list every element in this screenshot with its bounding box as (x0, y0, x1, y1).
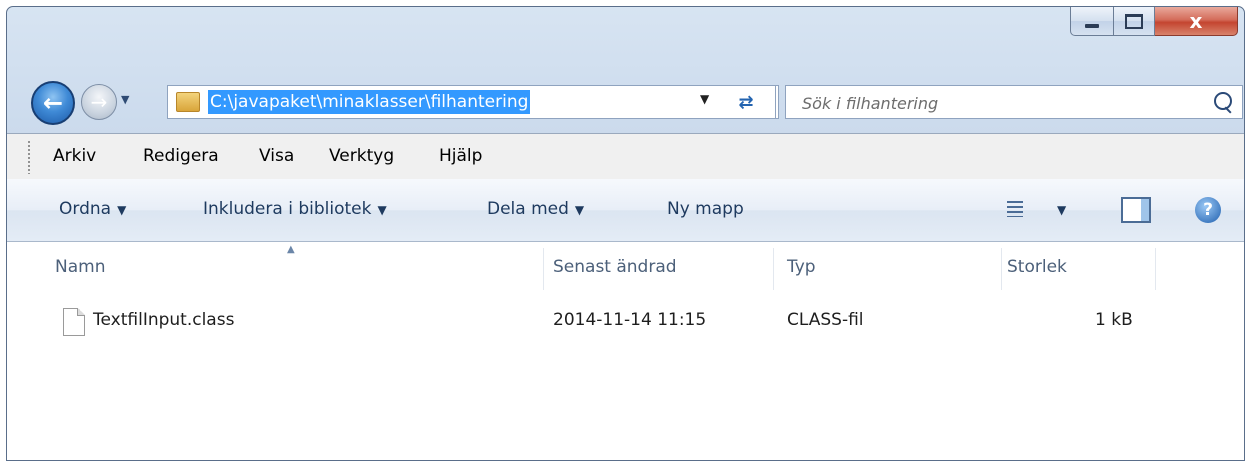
help-icon[interactable]: ? (1195, 197, 1221, 223)
back-button[interactable]: ← (31, 81, 75, 125)
search-input[interactable] (800, 90, 1184, 116)
column-header-name[interactable]: Namn (55, 242, 105, 292)
preview-pane-icon[interactable] (1121, 197, 1151, 223)
column-divider[interactable] (543, 248, 544, 290)
column-header-modified-label: Senast ändrad (553, 257, 677, 277)
column-header-size[interactable]: Storlek (1007, 242, 1067, 292)
menu-verktyg[interactable]: Verktyg (329, 146, 394, 166)
command-bar: Ordna ▼ Inkludera i bibliotek ▼ Dela med ▼ … (7, 179, 1244, 242)
ordna-button[interactable]: Ordna ▼ (59, 199, 126, 219)
menu-hjalp[interactable]: Hjälp (439, 146, 482, 166)
help-glyph: ? (1203, 200, 1213, 220)
file-type: CLASS-fil (787, 310, 864, 330)
include-in-library-label: Inkludera i bibliotek (203, 199, 372, 219)
menu-visa[interactable]: Visa (259, 146, 294, 166)
caption-buttons: x (1070, 7, 1238, 37)
column-header-modified[interactable]: Senast ändrad (553, 242, 677, 292)
file-icon (63, 308, 85, 336)
column-header-type[interactable]: Typ (787, 242, 816, 292)
new-folder-label: Ny mapp (667, 199, 744, 219)
search-box[interactable] (785, 85, 1243, 119)
column-divider[interactable] (1155, 248, 1156, 290)
chevron-down-icon: ▼ (574, 203, 585, 217)
column-header-size-label: Storlek (1007, 257, 1067, 277)
menu-grip (27, 140, 31, 174)
column-divider[interactable] (773, 248, 774, 290)
close-button[interactable]: x (1155, 7, 1238, 36)
file-modified: 2014-11-14 11:15 (553, 310, 707, 330)
sort-ascending-icon: ▲ (287, 244, 295, 255)
column-header-name-label: Namn (55, 257, 106, 277)
explorer-window: x ← → ▼ C:\javapaket\minaklasser\filhant… (6, 6, 1245, 461)
new-folder-button[interactable]: Ny mapp (667, 199, 744, 219)
minimize-button[interactable] (1070, 7, 1114, 36)
file-list: ▲ Namn Senast ändrad Typ Storlek Textfil… (7, 242, 1244, 460)
menu-redigera[interactable]: Redigera (143, 146, 219, 166)
menu-bar: Arkiv Redigera Visa Verktyg Hjälp (7, 133, 1244, 181)
minimize-icon (1085, 24, 1099, 28)
refresh-icon: ⇄ (738, 91, 754, 113)
folder-icon (176, 92, 200, 112)
menu-arkiv[interactable]: Arkiv (53, 146, 96, 166)
refresh-button[interactable]: ⇄ (717, 85, 776, 119)
share-with-button[interactable]: Dela med ▼ (487, 199, 584, 219)
views-icon[interactable] (1007, 201, 1023, 217)
address-bar[interactable]: C:\javapaket\minaklasser\filhantering ▼ (167, 85, 779, 119)
back-arrow-icon: ← (42, 89, 64, 117)
file-row[interactable]: TextfilInput.class 2014-11-14 11:15 CLAS… (7, 300, 1244, 340)
chevron-down-icon: ▼ (377, 203, 387, 217)
file-size: 1 kB (1095, 310, 1133, 330)
close-icon: x (1189, 9, 1203, 33)
ordna-label: Ordna (59, 199, 112, 219)
file-name: TextfilInput.class (93, 310, 235, 330)
chevron-down-icon: ▼ (117, 203, 127, 217)
navigation-row: ← → ▼ C:\javapaket\minaklasser\filhanter… (7, 75, 1244, 125)
column-header-type-label: Typ (787, 257, 816, 277)
address-dropdown-icon[interactable]: ▼ (700, 92, 709, 106)
forward-arrow-icon: → (90, 90, 108, 114)
maximize-button[interactable] (1114, 7, 1155, 36)
title-bar[interactable]: x (7, 7, 1244, 69)
forward-button[interactable]: → (81, 84, 117, 120)
address-path[interactable]: C:\javapaket\minaklasser\filhantering (208, 90, 531, 114)
search-icon[interactable] (1214, 92, 1232, 110)
maximize-icon (1125, 13, 1143, 29)
include-in-library-button[interactable]: Inkludera i bibliotek ▼ (203, 199, 387, 219)
recent-pages-dropdown[interactable]: ▼ (121, 93, 133, 106)
column-divider[interactable] (1001, 248, 1002, 290)
views-dropdown-icon[interactable]: ▼ (1057, 203, 1066, 217)
share-with-label: Dela med (487, 199, 569, 219)
